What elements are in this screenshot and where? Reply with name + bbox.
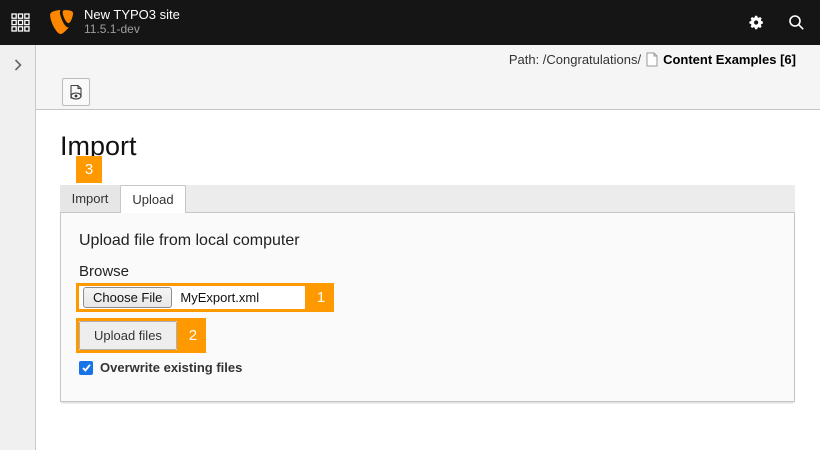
annotation-marker-3: 3 (76, 156, 102, 183)
docheader: Path: /Congratulations/ Content Examples… (36, 45, 820, 110)
page-tree-collapsed-sidebar (0, 45, 36, 450)
typo3-version: 11.5.1-dev (84, 23, 180, 37)
breadcrumb-path: Path: /Congratulations/ (509, 52, 641, 67)
search-button[interactable] (776, 0, 816, 45)
overwrite-checkbox[interactable] (79, 361, 93, 375)
tabbar: Import Upload (60, 185, 795, 213)
checkmark-icon (81, 362, 92, 373)
breadcrumb-page-title[interactable]: Content Examples [6] (663, 52, 796, 67)
tab-upload[interactable]: Upload (120, 185, 186, 213)
settings-button[interactable] (736, 0, 776, 45)
typo3-logo-icon (50, 10, 73, 35)
topbar: New TYPO3 site 11.5.1-dev (0, 0, 820, 45)
tabbar-spacer (186, 185, 795, 212)
brand: New TYPO3 site 11.5.1-dev (50, 8, 180, 37)
choose-file-button[interactable]: Choose File (83, 287, 172, 308)
module-body: Import 3 Import Upload Upload file from … (36, 111, 820, 450)
chevron-right-icon (13, 58, 23, 72)
module-menu-toggle-button[interactable] (0, 0, 40, 45)
expand-navigation-button[interactable] (0, 45, 36, 77)
breadcrumb: Path: /Congratulations/ Content Examples… (509, 52, 796, 67)
upload-panel-heading: Upload file from local computer (79, 232, 300, 250)
search-icon (788, 14, 805, 31)
site-title: New TYPO3 site (84, 8, 180, 23)
tab-import[interactable]: Import (60, 185, 120, 212)
overwrite-checkbox-label: Overwrite existing files (100, 360, 242, 375)
annotation-marker-1: 1 (308, 283, 334, 312)
app-grid-icon (11, 13, 30, 32)
file-upload-input[interactable]: Choose File MyExport.xml (76, 283, 308, 312)
gear-icon (748, 14, 765, 31)
view-webpage-button[interactable] (62, 78, 90, 106)
document-eye-icon (68, 84, 84, 101)
upload-tab-panel: Upload file from local computer Browse C… (60, 213, 795, 402)
browse-label: Browse (79, 263, 129, 280)
upload-files-button[interactable]: Upload files (79, 321, 177, 350)
page-record-icon (646, 52, 658, 67)
selected-file-name: MyExport.xml (180, 290, 259, 305)
annotation-marker-2: 2 (180, 318, 206, 353)
